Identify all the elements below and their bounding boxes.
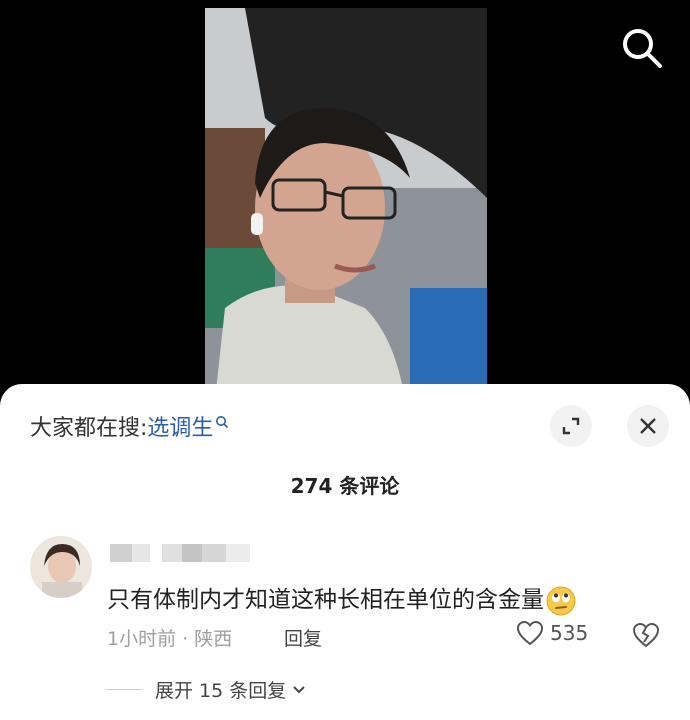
reply-button[interactable]: 回复 [284,624,322,651]
trending-label: 大家都在搜: [30,416,148,441]
comment-count: 274 条评论 [290,474,400,498]
comment-meta: 1小时前 · 陕西 [107,628,233,650]
like-count: 535 [550,621,589,645]
comment-body: 只有体制内才知道这种长相在单位的含金量 [107,587,544,613]
video-player[interactable] [205,8,487,400]
comment-text: 只有体制内才知道这种长相在单位的含金量 [107,580,576,616]
expand-replies-row[interactable]: 展开 15 条回复 [105,676,306,703]
divider-line [105,689,143,690]
broken-heart-icon [632,622,660,648]
expand-replies-link[interactable]: 展开 15 条回复 [155,676,286,703]
close-button[interactable] [627,405,669,447]
search-icon [623,29,662,68]
video-frame-image [205,8,487,400]
expand-button[interactable] [550,405,592,447]
like-button[interactable]: 535 [516,620,588,646]
close-icon [640,418,656,434]
video-background [0,0,690,400]
dislike-button[interactable] [632,622,660,652]
expand-icon [562,417,580,435]
search-button[interactable] [618,24,666,72]
small-search-icon [215,410,229,435]
heart-icon [516,620,544,646]
avatar[interactable] [30,536,92,598]
comment-sheet: 大家都在搜:选调生 274 条评论 只有体制内才知道这种长相在单位的含金量 1小… [0,384,690,720]
trending-search: 大家都在搜:选调生 [30,410,229,442]
trending-term-link[interactable]: 选调生 [147,416,213,441]
chevron-down-icon [293,685,305,693]
username-blurred [110,544,250,562]
eye-roll-emoji-icon [546,586,576,616]
